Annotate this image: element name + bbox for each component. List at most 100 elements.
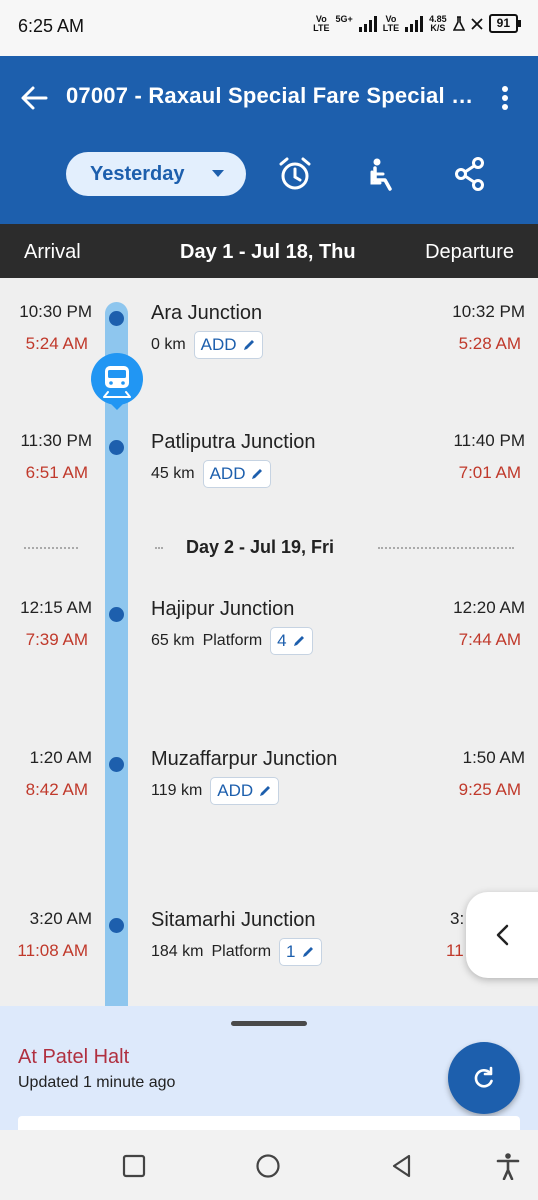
station-row-patliputra[interactable]: 11:30 PM 6:51 AM Patliputra Junction 45 … — [0, 431, 538, 511]
station-dot — [109, 311, 124, 326]
station-row-muzaffarpur[interactable]: 1:20 AM 8:42 AM Muzaffarpur Junction 119… — [0, 748, 538, 828]
station-distance: 184 km — [151, 943, 204, 960]
drag-handle[interactable] — [231, 1021, 307, 1026]
scheduled-arrival: 1:20 AM — [29, 748, 92, 767]
chevron-left-icon — [496, 924, 509, 946]
status-bar: 6:25 AM Vo LTE 5G+ Vo LTE 4.85 K/S 91 — [0, 0, 538, 56]
edit-pencil-icon — [243, 340, 254, 350]
station-meta: 65 km Platform 4 — [151, 627, 313, 655]
edit-pencil-icon — [252, 469, 263, 479]
actual-arrival: 5:24 AM — [25, 334, 88, 353]
actual-arrival: 6:51 AM — [25, 463, 88, 482]
departure-column-label: Departure — [425, 241, 514, 263]
actual-arrival: 8:42 AM — [25, 780, 88, 799]
volte-indicator-2: Vo LTE — [382, 13, 400, 33]
scheduled-arrival: 11:30 PM — [20, 431, 92, 450]
scheduled-departure: 11:40 PM — [453, 431, 525, 450]
station-meta: 45 km ADD — [151, 460, 272, 488]
scheduled-arrival: 10:30 PM — [19, 302, 92, 321]
refresh-icon — [474, 1066, 493, 1088]
platform-label: Platform — [202, 632, 263, 649]
actual-departure: 7:01 AM — [458, 463, 521, 482]
refresh-button[interactable] — [448, 1042, 520, 1114]
side-panel-toggle[interactable] — [466, 892, 538, 978]
platform-label: Platform — [211, 943, 272, 960]
station-distance: 45 km — [151, 465, 195, 482]
station-row-hajipur[interactable]: 12:15 AM 7:39 AM Hajipur Junction 65 km … — [0, 598, 538, 678]
home-icon[interactable] — [254, 1152, 282, 1180]
scheduled-arrival: 12:15 AM — [20, 598, 92, 617]
station-name: Sitamarhi Junction — [151, 909, 316, 931]
scheduled-arrival: 3:20 AM — [29, 909, 92, 928]
station-name: Muzaffarpur Junction — [151, 748, 338, 770]
flask-icon — [452, 15, 465, 31]
share-icon[interactable] — [450, 154, 490, 194]
station-name: Patliputra Junction — [151, 431, 316, 453]
train-position-icon — [91, 353, 143, 410]
station-dot — [109, 607, 124, 622]
platform-number-button[interactable]: 4 — [270, 627, 313, 655]
station-dot — [109, 440, 124, 455]
station-distance: 65 km — [151, 632, 195, 649]
current-location: At Patel Halt — [18, 1046, 130, 1068]
back-arrow-icon[interactable] — [18, 82, 50, 114]
edit-pencil-icon — [260, 786, 271, 796]
actual-arrival: 11:08 AM — [17, 941, 88, 960]
station-meta: 119 km ADD — [151, 777, 280, 805]
caret-down-icon — [212, 170, 224, 177]
day-2-label: Day 2 - Jul 19, Fri — [186, 537, 335, 557]
day-header-bar: Arrival Day 1 - Jul 18, Thu Departure — [0, 224, 538, 278]
accessibility-icon[interactable] — [494, 1152, 522, 1180]
station-timeline[interactable]: 10:30 PM 5:24 AM Ara Junction 0 km ADD 1… — [0, 278, 538, 1006]
volte-indicator: Vo LTE — [313, 13, 330, 33]
station-dot — [109, 918, 124, 933]
add-platform-button[interactable]: ADD — [202, 460, 272, 488]
actual-arrival: 7:39 AM — [25, 630, 88, 649]
last-updated: Updated 1 minute ago — [18, 1074, 176, 1091]
signal-icon — [358, 15, 377, 32]
status-time: 6:25 AM — [18, 16, 85, 36]
train-title: 07007 - Raxaul Special Fare Special Expr… — [66, 83, 476, 108]
live-status-sheet[interactable]: At Patel Halt Updated 1 minute ago — [0, 1006, 538, 1130]
station-meta: 184 km Platform 1 — [151, 938, 322, 966]
wifi-off-icon — [471, 17, 483, 30]
actual-departure: 9:25 AM — [458, 780, 521, 799]
station-row-ara[interactable]: 10:30 PM 5:24 AM Ara Junction 0 km ADD 1… — [0, 302, 538, 382]
network-type: 5G+ — [335, 13, 353, 24]
station-row-sitamarhi[interactable]: 3:20 AM 11:08 AM Sitamarhi Junction 184 … — [0, 909, 538, 989]
actual-departure: 5:28 AM — [458, 334, 521, 353]
add-platform-button[interactable]: ADD — [210, 777, 280, 805]
net-speed: 4.85 K/S — [429, 13, 447, 33]
day-separator: Day 2 - Jul 19, Fri — [0, 536, 538, 560]
day-label: Day 1 - Jul 18, Thu — [180, 241, 356, 263]
back-nav-icon[interactable] — [388, 1152, 416, 1180]
actual-departure: 7:44 AM — [458, 630, 521, 649]
app-header: 07007 - Raxaul Special Fare Special Expr… — [0, 56, 538, 224]
recents-icon[interactable] — [120, 1152, 148, 1180]
system-nav-bar — [0, 1130, 538, 1200]
signal-icon-2 — [405, 15, 424, 32]
station-distance: 0 km — [151, 336, 186, 353]
scheduled-departure: 12:20 AM — [453, 598, 525, 617]
arrival-column-label: Arrival — [24, 241, 81, 263]
station-meta: 0 km ADD — [151, 331, 263, 359]
platform-number-button[interactable]: 1 — [279, 938, 322, 966]
station-distance: 119 km — [151, 782, 203, 799]
scheduled-departure: 10:32 PM — [452, 302, 525, 321]
day-selector-label: Yesterday — [90, 163, 185, 185]
status-icons: Vo LTE 5G+ Vo LTE 4.85 K/S 91 — [313, 13, 522, 33]
seat-icon[interactable] — [364, 154, 404, 194]
station-name: Ara Junction — [151, 302, 263, 324]
edit-pencil-icon — [302, 947, 313, 957]
scheduled-departure: 3: — [450, 909, 465, 928]
station-name: Hajipur Junction — [151, 598, 295, 620]
actual-departure: 11 — [446, 941, 464, 960]
add-platform-button[interactable]: ADD — [193, 331, 263, 359]
station-dot — [109, 757, 124, 772]
scheduled-departure: 1:50 AM — [462, 748, 525, 767]
more-vert-icon[interactable] — [496, 82, 514, 114]
battery-icon: 91 — [488, 14, 522, 33]
day-selector[interactable]: Yesterday — [66, 152, 246, 196]
alarm-icon[interactable] — [275, 154, 315, 194]
edit-pencil-icon — [293, 636, 304, 646]
